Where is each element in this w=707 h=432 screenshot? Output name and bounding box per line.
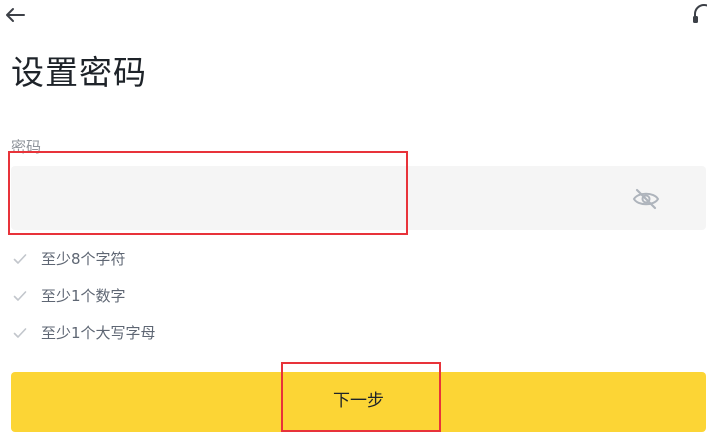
- arrow-left-icon: [6, 8, 25, 22]
- rule-text: 至少1个数字: [41, 287, 126, 305]
- check-icon: [11, 250, 29, 268]
- next-button[interactable]: 下一步: [11, 372, 706, 432]
- rule-text: 至少1个大写字母: [41, 324, 156, 342]
- next-button-label: 下一步: [333, 390, 384, 411]
- password-label: 密码: [11, 138, 42, 156]
- rule-text: 至少8个字符: [41, 250, 126, 268]
- top-bar: [0, 0, 707, 34]
- eye-off-icon: [632, 188, 660, 210]
- check-icon: [11, 324, 29, 342]
- rule-item: 至少1个数字: [11, 277, 156, 314]
- password-field[interactable]: [11, 166, 706, 230]
- rule-item: 至少8个字符: [11, 240, 156, 277]
- headset-icon: [693, 4, 707, 23]
- support-button[interactable]: [691, 2, 707, 28]
- check-icon: [11, 287, 29, 305]
- password-rules: 至少8个字符 至少1个数字 至少1个大写字母: [11, 240, 156, 351]
- password-visibility-toggle[interactable]: [631, 184, 661, 214]
- rule-item: 至少1个大写字母: [11, 314, 156, 351]
- back-button[interactable]: [2, 4, 28, 26]
- page-title: 设置密码: [11, 53, 147, 92]
- password-input[interactable]: [11, 166, 611, 230]
